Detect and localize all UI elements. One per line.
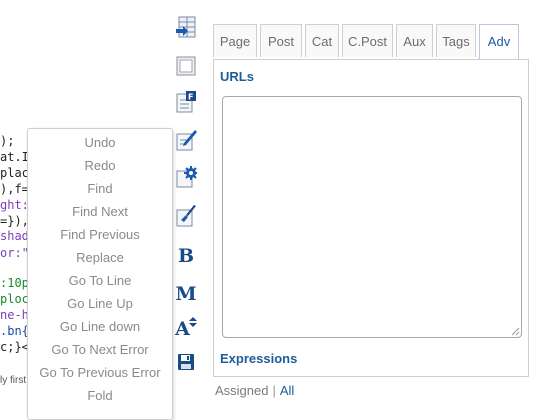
tab-cat[interactable]: Cat (305, 24, 339, 57)
menu-item-replace[interactable]: Replace (28, 246, 172, 269)
menu-item-undo[interactable]: Undo (28, 131, 172, 154)
all-link[interactable]: All (280, 383, 294, 398)
tab-page[interactable]: Page (213, 24, 257, 57)
bold-icon[interactable]: B (174, 244, 198, 268)
tab-c-post[interactable]: C.Post (342, 24, 393, 57)
assigned-link[interactable]: Assigned (215, 383, 268, 398)
assigned-filter: Assigned | All (215, 383, 294, 398)
tab-aux[interactable]: Aux (396, 24, 433, 57)
markup-icon[interactable]: M (174, 282, 198, 306)
expressions-heading: Expressions (220, 351, 298, 366)
menu-item-find-previous[interactable]: Find Previous (28, 223, 172, 246)
font-label: A (175, 318, 190, 340)
menu-item-redo[interactable]: Redo (28, 154, 172, 177)
markup-label: M (175, 283, 197, 305)
urls-heading: URLs (220, 69, 254, 84)
code-line: ),f= (0, 182, 29, 196)
font-size-icon[interactable]: A (174, 317, 198, 341)
menu-item-find-next[interactable]: Find Next (28, 200, 172, 223)
adv-panel: URLs Expressions (213, 59, 529, 377)
code-line: ); (0, 134, 15, 148)
tab-post[interactable]: Post (260, 24, 302, 57)
bold-label: B (177, 245, 195, 267)
menu-item-find[interactable]: Find (28, 177, 172, 200)
code-line: c;}< (0, 340, 29, 354)
menu-item-go-to-previous-error[interactable]: Go To Previous Error (28, 361, 172, 384)
menu-item-go-line-up[interactable]: Go Line Up (28, 292, 172, 315)
code-line: at.I (0, 150, 29, 164)
menu-item-go-to-line[interactable]: Go To Line (28, 269, 172, 292)
menu-item-go-line-down[interactable]: Go Line down (28, 315, 172, 338)
context-menu: Undo Redo Find Find Next Find Previous R… (27, 128, 173, 420)
code-line: or:" (0, 246, 29, 260)
settings-gear-icon[interactable] (174, 165, 198, 189)
code-line: :10p (0, 276, 29, 290)
tab-tags[interactable]: Tags (436, 24, 476, 57)
window-icon[interactable] (174, 54, 198, 78)
separator: | (272, 383, 276, 398)
brush-icon[interactable] (174, 204, 198, 228)
resize-handle-icon[interactable] (511, 327, 520, 336)
save-icon[interactable] (174, 350, 198, 374)
menu-item-go-to-next-error[interactable]: Go To Next Error (28, 338, 172, 361)
edit-pencil-icon[interactable] (174, 128, 198, 152)
format-icon[interactable]: F (174, 90, 198, 114)
svg-text:F: F (188, 93, 193, 102)
urls-textarea[interactable] (222, 96, 522, 338)
menu-item-fold[interactable]: Fold (28, 384, 172, 407)
tab-adv[interactable]: Adv (479, 24, 519, 60)
insert-table-icon[interactable] (174, 16, 198, 40)
footer-snippet: ly first (0, 375, 27, 386)
